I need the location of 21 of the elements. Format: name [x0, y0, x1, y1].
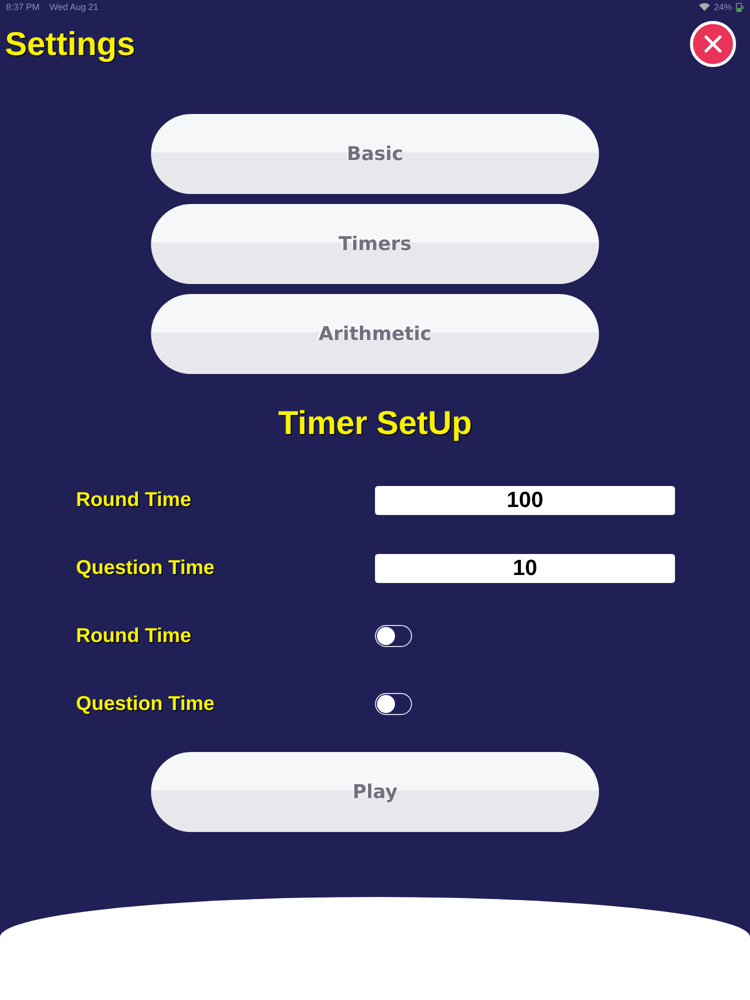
section-title: Timer SetUp	[277, 404, 473, 442]
setting-label: Round Time	[76, 624, 192, 648]
battery-percent: 24%	[714, 2, 732, 12]
play-button[interactable]: Play	[151, 752, 599, 832]
battery-icon	[736, 2, 744, 12]
status-time: 8:37 PM	[6, 2, 40, 12]
menu-button[interactable]: Basic	[151, 114, 599, 194]
input-field[interactable]: 10	[375, 554, 675, 582]
setting-label: Round Time	[76, 488, 192, 512]
wifi-icon	[698, 3, 710, 11]
close-icon	[704, 35, 722, 53]
page-title: Settings	[5, 25, 136, 63]
toggle-switch[interactable]	[375, 693, 412, 715]
menu-button[interactable]: Arithmetic	[151, 294, 599, 374]
setting-label: Question Time	[76, 556, 216, 580]
setting-label: Question Time	[76, 692, 216, 716]
input-field[interactable]: 100	[375, 486, 675, 514]
close-button[interactable]	[690, 21, 736, 67]
status-date: Wed Aug 21	[50, 2, 98, 12]
toggle-switch[interactable]	[375, 625, 412, 647]
menu-button[interactable]: Timers	[151, 204, 599, 284]
